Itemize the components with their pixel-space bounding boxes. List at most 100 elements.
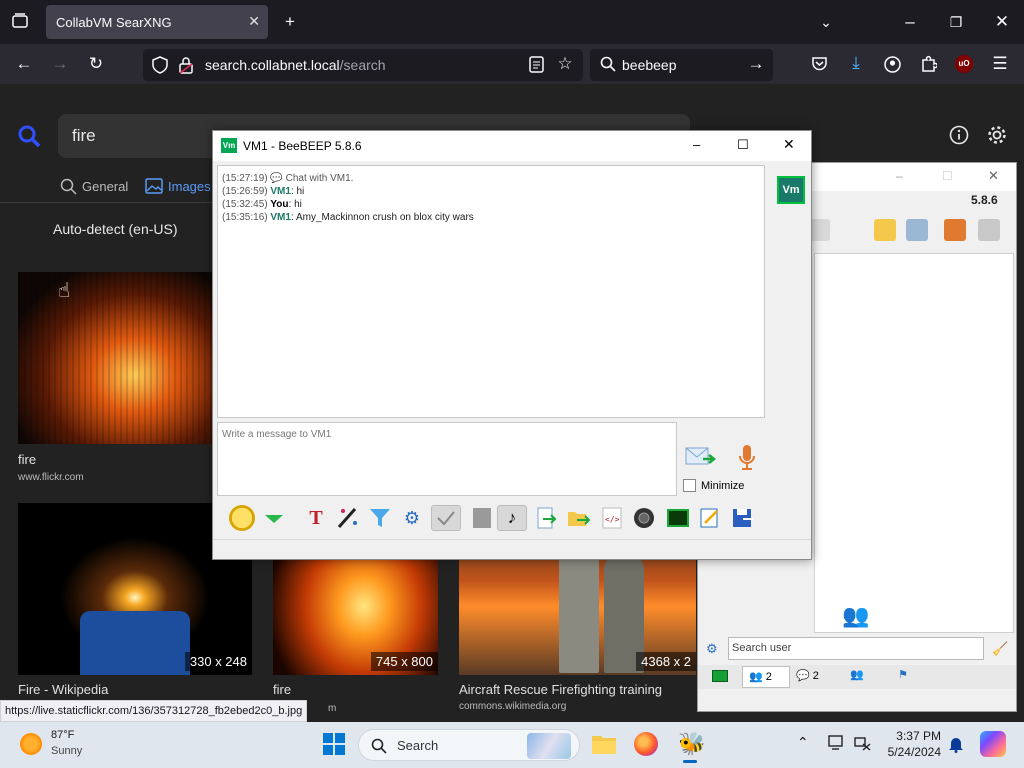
tab-overview-icon[interactable]	[10, 12, 30, 35]
vm-user-avatar[interactable]: Vm	[777, 176, 805, 204]
minimize-checkbox[interactable]	[683, 479, 696, 492]
close-tab-icon[interactable]: ✕	[248, 13, 260, 30]
user-list[interactable]	[814, 253, 1014, 633]
weather-sun-icon[interactable]	[20, 733, 42, 755]
font-icon[interactable]: T	[303, 505, 329, 531]
settings-gear-icon[interactable]: ⚙	[399, 505, 425, 531]
file-explorer-icon[interactable]	[591, 733, 617, 760]
result-title[interactable]: fire	[273, 682, 291, 697]
copilot-icon[interactable]	[980, 731, 1006, 757]
downloads-icon[interactable]: ⤓	[846, 53, 866, 73]
forward-icon[interactable]: →	[50, 54, 70, 74]
notification-bell-icon[interactable]	[948, 735, 964, 758]
searxng-logo-icon[interactable]	[17, 124, 41, 153]
image-dimensions: 4368 x 2	[636, 652, 696, 671]
browser-tab[interactable]: CollabVM SearXNG ✕	[46, 5, 268, 39]
shell-terminal-icon[interactable]	[665, 505, 691, 531]
language-select[interactable]: Auto-detect (en-US)	[53, 221, 178, 237]
list-tabs-icon[interactable]: ⌄	[816, 12, 836, 32]
word-completer-icon[interactable]	[469, 505, 495, 531]
screenshot-icon[interactable]	[631, 505, 657, 531]
back-icon[interactable]: ←	[14, 54, 34, 74]
result-title[interactable]: Fire - Wikipedia	[18, 682, 108, 697]
pocket-icon[interactable]	[811, 56, 828, 77]
chat-maximize-button[interactable]: ☐	[737, 137, 749, 153]
send-file-icon[interactable]	[533, 505, 559, 531]
html-code-icon[interactable]: </>	[599, 505, 625, 531]
main-maximize-button[interactable]: ☐	[942, 169, 953, 183]
main-close-button[interactable]: ✕	[988, 168, 999, 184]
minimize-window-icon[interactable]: –	[900, 12, 920, 32]
emoticons-icon[interactable]	[229, 505, 255, 531]
tab-groups[interactable]: 👥	[850, 668, 864, 681]
tab-network[interactable]: ⚑	[898, 668, 908, 681]
menu-icon[interactable]: ☰	[990, 54, 1010, 74]
beebeep-taskbar-icon[interactable]: 🐝	[678, 731, 705, 757]
display-icon[interactable]	[828, 735, 846, 756]
send-folder-icon[interactable]	[565, 505, 591, 531]
main-minimize-button[interactable]: –	[896, 169, 903, 183]
weather-temp[interactable]: 87°F	[51, 729, 74, 741]
link-status-url: https://live.staticflickr.com/136/357312…	[0, 700, 308, 722]
account-icon[interactable]	[884, 56, 901, 78]
result-thumbnail-fireplace[interactable]	[18, 272, 212, 444]
shield-icon[interactable]	[152, 56, 168, 79]
search-go-icon[interactable]: →	[746, 54, 766, 74]
tab-images[interactable]: Images	[145, 178, 211, 194]
save-chat-icon[interactable]	[729, 505, 755, 531]
sound-note-icon[interactable]: ♪	[497, 505, 527, 531]
image-icon	[145, 178, 163, 194]
preferences-gear-icon[interactable]	[986, 124, 1008, 151]
start-windows-icon[interactable]	[323, 733, 345, 760]
reload-icon[interactable]: ↻	[86, 54, 106, 74]
tab-users[interactable]: 👥 2	[742, 666, 790, 688]
result-title[interactable]: Aircraft Rescue Firefighting training	[459, 682, 662, 697]
new-tab-icon[interactable]: +	[280, 12, 300, 32]
search-user-input[interactable]: Search user	[728, 637, 984, 660]
taskbar-search-icon	[371, 738, 387, 754]
chat-close-button[interactable]: ✕	[783, 136, 795, 153]
chat-line: (15:35:16) VM1: Amy_Mackinnon crush on b…	[222, 212, 474, 223]
extensions-icon[interactable]	[920, 55, 939, 78]
clear-brush-icon[interactable]: 🧹	[992, 641, 1008, 657]
web-search-text: beebeep	[622, 57, 677, 73]
notes-icon[interactable]	[697, 505, 723, 531]
edit-pencil-icon[interactable]	[874, 219, 896, 241]
plugins-icon[interactable]	[944, 219, 966, 241]
tab-chats[interactable]: 💬 2	[796, 669, 819, 682]
chat-minimize-button[interactable]: –	[693, 137, 700, 152]
taskbar-search-box[interactable]: Search	[358, 729, 580, 761]
chat-bubble-icon: 💬	[270, 173, 283, 184]
url-host: search.collabnet.local	[205, 57, 340, 73]
weather-condition[interactable]: Sunny	[51, 745, 82, 757]
chat-line: (15:32:45) You: hi	[222, 199, 302, 210]
voice-message-icon[interactable]	[737, 443, 757, 478]
image-dimensions: 745 x 800	[370, 652, 438, 671]
tab-home[interactable]	[706, 668, 738, 686]
firefox-taskbar-icon[interactable]	[634, 732, 658, 756]
reader-view-icon[interactable]	[529, 56, 544, 78]
spell-check-icon[interactable]	[431, 505, 461, 531]
clock-time[interactable]: 3:37 PM	[885, 729, 941, 743]
bookmark-star-icon[interactable]: ☆	[555, 54, 575, 74]
chat-log[interactable]: (15:27:19) 💬 Chat with VM1. (15:26:59) V…	[217, 165, 765, 418]
trash-icon[interactable]	[978, 219, 1000, 241]
lock-icon[interactable]	[179, 56, 193, 79]
send-message-icon[interactable]	[685, 445, 717, 476]
result-source: www.flickr.com	[18, 472, 84, 483]
close-window-icon[interactable]: ✕	[992, 12, 1012, 32]
filter-icon[interactable]	[367, 505, 393, 531]
tab-general[interactable]: General	[60, 178, 128, 195]
ublock-origin-icon[interactable]: uO	[955, 55, 973, 73]
clock-date[interactable]: 5/24/2024	[881, 745, 941, 759]
network-status-icon[interactable]	[853, 735, 871, 756]
tools-icon[interactable]	[906, 219, 928, 241]
font-color-icon[interactable]	[335, 505, 361, 531]
restore-window-icon[interactable]: ❐	[946, 12, 966, 32]
chat-line: (15:26:59) VM1: hi	[222, 186, 305, 197]
info-icon[interactable]	[949, 125, 969, 150]
result-title[interactable]: fire	[18, 452, 36, 467]
message-input[interactable]: Write a message to VM1	[217, 422, 677, 496]
emoticon-list-icon[interactable]	[261, 505, 287, 531]
show-hidden-icons-chevron-icon[interactable]: ⌃	[797, 734, 809, 751]
